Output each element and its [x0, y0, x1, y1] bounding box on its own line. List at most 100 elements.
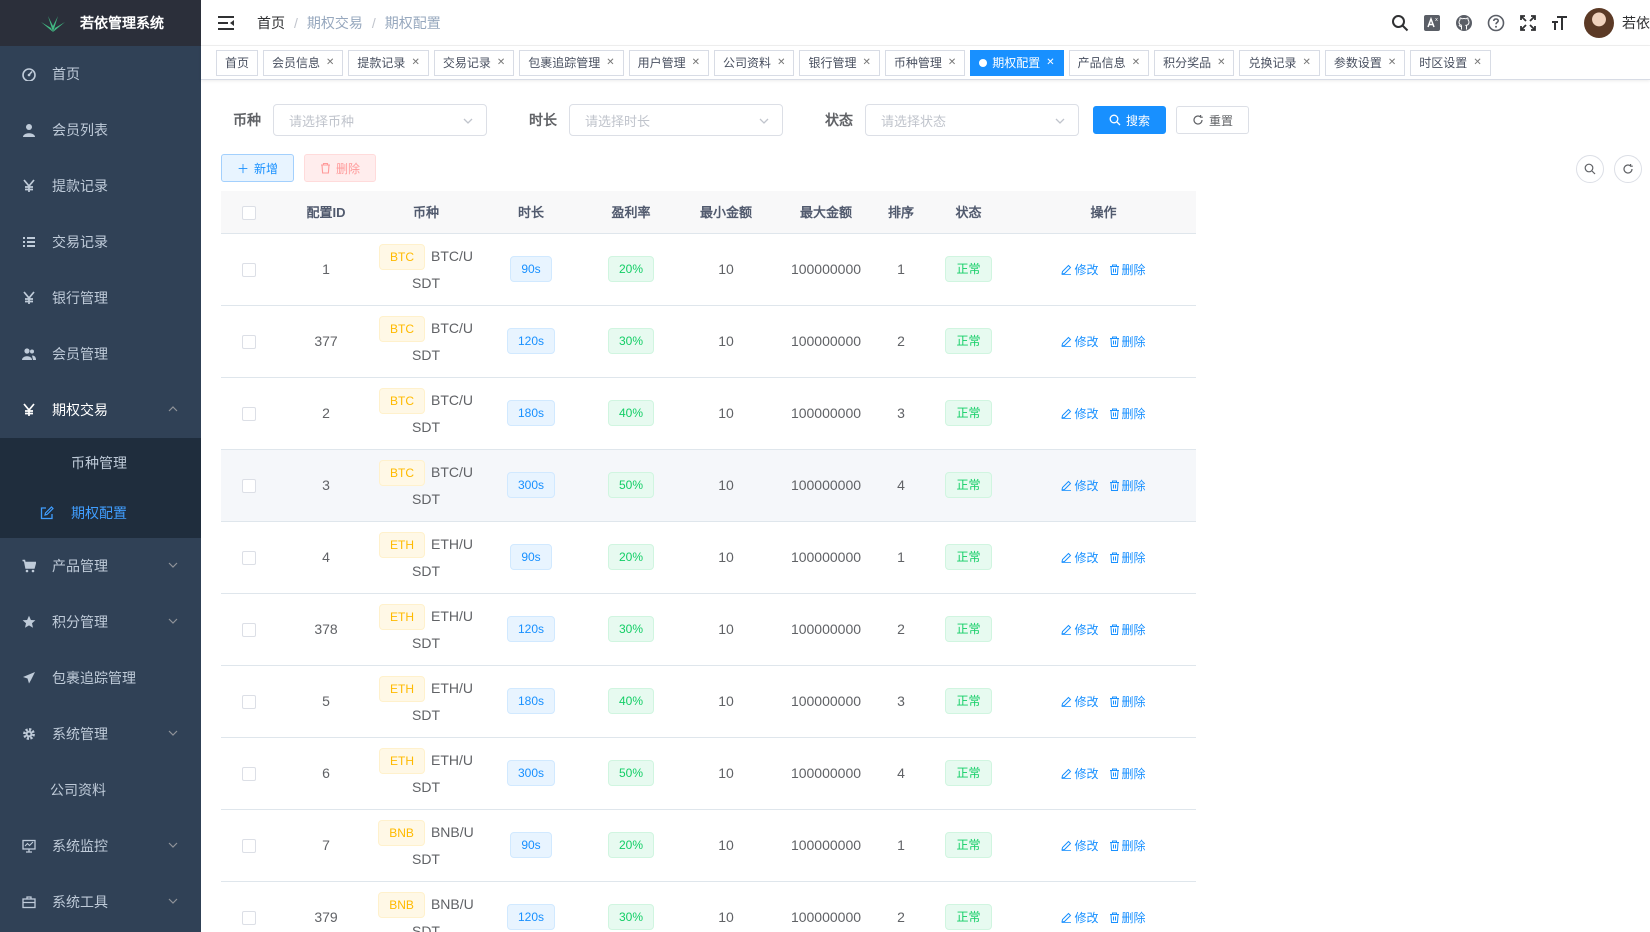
table-row[interactable]: 1 BTC BTC/U SDT 90s 20% 10 100000000 1 正常 修改 删除 — [221, 233, 1196, 306]
edit-button[interactable]: 修改 — [1061, 621, 1099, 638]
delete-button[interactable]: 删除 — [1109, 693, 1146, 710]
row-checkbox[interactable] — [241, 767, 256, 782]
close-icon[interactable]: ✕ — [411, 51, 419, 75]
tag-view-item[interactable]: 兑换记录 ✕ — [1239, 49, 1320, 76]
select-all-checkbox[interactable] — [241, 205, 256, 220]
tag-view-item[interactable]: 积分奖品 ✕ — [1154, 49, 1235, 76]
sidebar-item-option-config[interactable]: 期权配置 — [0, 488, 201, 538]
tag-view-item[interactable]: 产品信息 ✕ — [1068, 49, 1150, 76]
edit-button[interactable]: 修改 — [1061, 333, 1099, 350]
row-checkbox[interactable] — [241, 407, 256, 422]
duration-select[interactable]: 请选择时长 — [569, 104, 783, 136]
breadcrumb-item[interactable]: 期权交易 — [307, 13, 363, 33]
tag-view-item[interactable]: 期权配置 ✕ — [970, 49, 1064, 76]
sidebar-item[interactable]: 系统监控 — [0, 818, 201, 874]
sidebar-item[interactable]: 系统管理 — [0, 706, 201, 762]
close-icon[interactable]: ✕ — [1132, 51, 1140, 75]
tag-view-item[interactable]: 时区设置 ✕ — [1410, 49, 1491, 76]
tag-view-item[interactable]: 公司资料 ✕ — [714, 49, 795, 76]
edit-button[interactable]: 修改 — [1061, 477, 1099, 494]
sidebar-item[interactable]: 会员列表 — [0, 102, 201, 158]
tag-view-item[interactable]: 包裹追踪管理 ✕ — [519, 49, 624, 76]
table-row[interactable]: 378 ETH ETH/U SDT 120s 30% 10 100000000 2 正常 修改 删除 — [221, 593, 1196, 666]
edit-button[interactable]: 修改 — [1061, 549, 1099, 566]
sidebar-item[interactable]: 包裹追踪管理 — [0, 650, 201, 706]
reset-button[interactable]: 重置 — [1176, 106, 1250, 134]
sidebar-item[interactable]: 提款记录 — [0, 158, 201, 214]
close-icon[interactable]: ✕ — [497, 51, 505, 75]
table-row[interactable]: 379 BNB BNB/U SDT 120s 30% 10 100000000 2 正常 修改 删除 — [221, 881, 1196, 932]
table-row[interactable]: 4 ETH ETH/U SDT 90s 20% 10 100000000 1 正常 修改 删除 — [221, 521, 1196, 594]
fullscreen-icon[interactable] — [1518, 13, 1538, 33]
close-icon[interactable]: ✕ — [1473, 51, 1481, 75]
hamburger-icon[interactable] — [217, 14, 235, 32]
toggle-search-button[interactable] — [1576, 155, 1604, 183]
tag-view-item[interactable]: 首页 — [216, 49, 259, 76]
row-checkbox[interactable] — [241, 479, 256, 494]
tag-view-item[interactable]: 提款记录 ✕ — [348, 49, 429, 76]
table-row[interactable]: 7 BNB BNB/U SDT 90s 20% 10 100000000 1 正常 修改 删除 — [221, 809, 1196, 882]
row-checkbox[interactable] — [241, 911, 256, 926]
tag-view-item[interactable]: 交易记录 ✕ — [433, 49, 515, 76]
table-row[interactable]: 377 BTC BTC/U SDT 120s 30% 10 100000000 2 正常 修改 删除 — [221, 305, 1196, 378]
delete-button[interactable]: 删除 — [1109, 333, 1146, 350]
delete-button[interactable]: 删除 — [1109, 477, 1146, 494]
sidebar-item[interactable]: 积分管理 — [0, 594, 201, 650]
close-icon[interactable]: ✕ — [326, 51, 334, 75]
close-icon[interactable]: ✕ — [1217, 51, 1225, 75]
tag-view-item[interactable]: 会员信息 ✕ — [263, 49, 344, 76]
coin-select[interactable]: 请选择币种 — [273, 104, 487, 136]
sidebar-item[interactable]: 交易记录 — [0, 214, 201, 270]
tag-view-item[interactable]: 参数设置 ✕ — [1324, 49, 1406, 76]
edit-button[interactable]: 修改 — [1061, 693, 1099, 710]
edit-button[interactable]: 修改 — [1061, 837, 1099, 854]
table-row[interactable]: 3 BTC BTC/U SDT 300s 50% 10 100000000 4 正常 修改 删除 — [221, 449, 1196, 522]
edit-button[interactable]: 修改 — [1061, 405, 1099, 422]
sidebar-item[interactable]: 系统工具 — [0, 874, 201, 930]
username[interactable]: 若依 — [1622, 13, 1650, 33]
sidebar-item-coin-management[interactable]: 币种管理 — [0, 438, 201, 488]
delete-button[interactable]: 删除 — [1109, 837, 1146, 854]
sidebar-item-company-info[interactable]: 公司资料 — [0, 762, 201, 818]
edit-button[interactable]: 修改 — [1061, 261, 1099, 278]
close-icon[interactable]: ✕ — [948, 51, 956, 75]
status-select[interactable]: 请选择状态 — [865, 104, 1079, 136]
sidebar-item[interactable]: 银行管理 — [0, 270, 201, 326]
table-row[interactable]: 2 BTC BTC/U SDT 180s 40% 10 100000000 3 正常 修改 删除 — [221, 377, 1196, 450]
row-checkbox[interactable] — [241, 839, 256, 854]
table-row[interactable]: 6 ETH ETH/U SDT 300s 50% 10 100000000 4 正常 修改 删除 — [221, 737, 1196, 810]
close-icon[interactable]: ✕ — [1303, 51, 1311, 75]
delete-button[interactable]: 删除 — [1109, 621, 1146, 638]
row-checkbox[interactable] — [241, 263, 256, 278]
search-button[interactable]: 搜索 — [1093, 106, 1167, 134]
close-icon[interactable]: ✕ — [606, 51, 614, 75]
batch-delete-button[interactable]: 删除 — [304, 154, 377, 182]
search-icon[interactable] — [1390, 13, 1410, 33]
delete-button[interactable]: 删除 — [1109, 261, 1146, 278]
font-size-icon[interactable] — [1550, 13, 1570, 33]
close-icon[interactable]: ✕ — [692, 51, 700, 75]
close-icon[interactable]: ✕ — [1046, 51, 1054, 75]
delete-button[interactable]: 删除 — [1109, 405, 1146, 422]
row-checkbox[interactable] — [241, 623, 256, 638]
translate-icon[interactable]: x — [1422, 13, 1442, 33]
edit-button[interactable]: 修改 — [1061, 909, 1099, 926]
row-checkbox[interactable] — [241, 335, 256, 350]
table-row[interactable]: 5 ETH ETH/U SDT 180s 40% 10 100000000 3 正常 修改 删除 — [221, 665, 1196, 738]
close-icon[interactable]: ✕ — [1388, 51, 1396, 75]
github-icon[interactable] — [1454, 13, 1474, 33]
row-checkbox[interactable] — [241, 695, 256, 710]
breadcrumb-item[interactable]: 首页 — [257, 13, 285, 33]
refresh-button[interactable] — [1614, 155, 1642, 183]
delete-button[interactable]: 删除 — [1109, 765, 1146, 782]
delete-button[interactable]: 删除 — [1109, 909, 1146, 926]
logo[interactable]: 若依管理系统 — [0, 0, 201, 46]
sidebar-item[interactable]: 产品管理 — [0, 538, 201, 594]
sidebar-item[interactable]: 会员管理 — [0, 326, 201, 382]
close-icon[interactable]: ✕ — [862, 51, 870, 75]
tag-view-item[interactable]: 用户管理 ✕ — [628, 49, 710, 76]
tag-view-item[interactable]: 银行管理 ✕ — [799, 49, 880, 76]
sidebar-item[interactable]: 首页 — [0, 46, 201, 102]
sidebar-item[interactable]: 期权交易 — [0, 382, 201, 438]
question-icon[interactable] — [1486, 13, 1506, 33]
